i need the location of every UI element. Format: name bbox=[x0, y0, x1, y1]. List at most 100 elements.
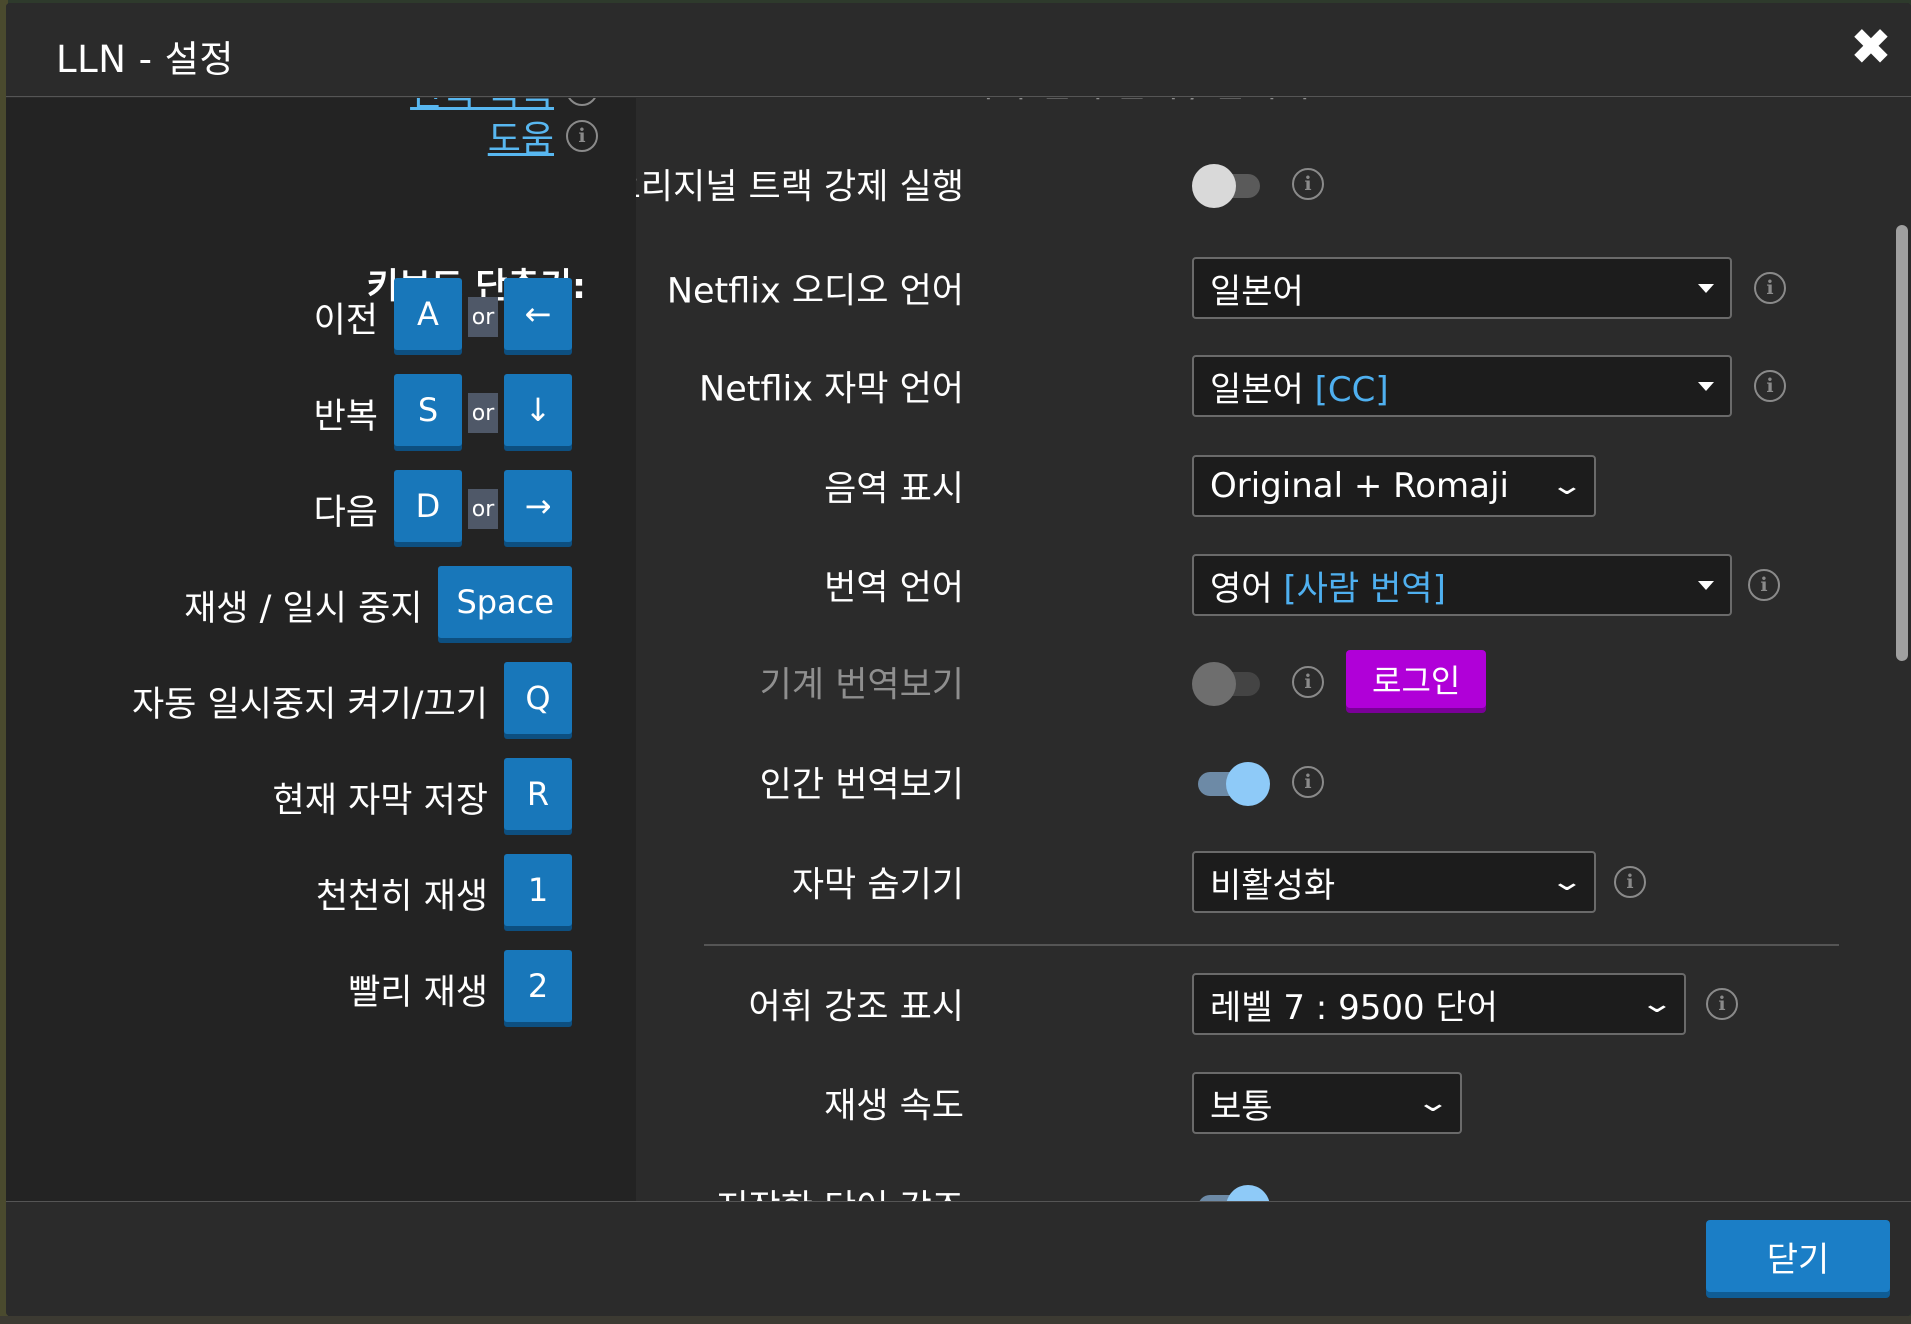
saved-word-highlight-toggle[interactable] bbox=[1192, 1185, 1270, 1201]
cc-tag: [CC] bbox=[1314, 369, 1389, 410]
close-button[interactable]: 닫기 bbox=[1706, 1220, 1890, 1292]
select-value: Original + Romaji bbox=[1210, 466, 1509, 506]
shortcut-row-next: 다음 D or → bbox=[314, 470, 572, 548]
shortcut-row-auto-pause: 자동 일시중지 켜기/끄기 Q bbox=[132, 662, 572, 740]
hide-subtitles-select[interactable]: 비활성화 ⌄ bbox=[1192, 851, 1596, 913]
setting-label: 재생 속도 bbox=[824, 1086, 964, 1127]
setting-label: 오리지널 트랙 강제 실행 bbox=[636, 167, 964, 208]
setting-label: 저장한 단어 강조 bbox=[716, 1180, 964, 1202]
setting-control: i 로그인 bbox=[1192, 650, 1487, 714]
setting-audio-language: Netflix 오디오 언어 일본어 i bbox=[636, 256, 1911, 320]
setting-row-partial-top: 자막 번역 단어 / 단어 수 bbox=[636, 98, 1911, 114]
or-separator: or bbox=[468, 393, 498, 433]
select-value: 일본어 [CC] bbox=[1210, 362, 1389, 411]
shortcut-label: 다음 bbox=[313, 492, 378, 533]
setting-label: 어휘 강조 표시 bbox=[748, 987, 964, 1028]
dialog-titlebar: LLN - 설정 ✖ bbox=[6, 3, 1911, 97]
setting-subtitle-language: Netflix 자막 언어 일본어 [CC] i bbox=[636, 354, 1911, 418]
toggle-knob bbox=[1192, 164, 1236, 208]
settings-dialog: LLN - 설정 ✖ 단축 목록 i 도움 i 키보드 단축키: 이전 A or… bbox=[6, 3, 1911, 1316]
or-separator: or bbox=[468, 489, 498, 529]
toggle-knob bbox=[1192, 662, 1236, 706]
translation-language-select[interactable]: 영어 [사람 번역] bbox=[1192, 554, 1732, 616]
select-value: 레벨 7 : 9500 단어 bbox=[1210, 987, 1498, 1028]
section-divider bbox=[704, 944, 1839, 946]
caret-down-icon bbox=[1698, 283, 1714, 293]
setting-control: 일본어 [CC] i bbox=[1192, 354, 1786, 418]
or-separator: or bbox=[468, 297, 498, 337]
setting-transliteration: 음역 표시 Original + Romaji ⌄ bbox=[636, 454, 1911, 518]
setting-vocab-highlight: 어휘 강조 표시 레벨 7 : 9500 단어 ⌄ i bbox=[636, 972, 1911, 1036]
right-panel: 자막 번역 단어 / 단어 수 오리지널 트랙 강제 실행 i Netflix … bbox=[636, 98, 1911, 1201]
playback-speed-select[interactable]: 보통 ⌄ bbox=[1192, 1072, 1462, 1134]
info-icon[interactable]: i bbox=[566, 98, 598, 106]
scrollbar-thumb[interactable] bbox=[1896, 225, 1908, 661]
subtitle-language-select[interactable]: 일본어 [CC] bbox=[1192, 355, 1732, 417]
setting-label: 인간 번역보기 bbox=[759, 765, 964, 806]
setting-control: 보통 ⌄ bbox=[1192, 1071, 1462, 1135]
info-icon[interactable]: i bbox=[1292, 168, 1324, 200]
dialog-title: LLN - 설정 bbox=[56, 38, 234, 81]
setting-human-translation: 인간 번역보기 i bbox=[636, 750, 1911, 814]
key-arrow-left: ← bbox=[504, 278, 572, 350]
audio-language-select[interactable]: 일본어 bbox=[1192, 257, 1732, 319]
select-value: 비활성화 bbox=[1210, 865, 1336, 906]
setting-control: 일본어 i bbox=[1192, 256, 1786, 320]
transliteration-select[interactable]: Original + Romaji ⌄ bbox=[1192, 455, 1596, 517]
setting-label: 음역 표시 bbox=[824, 469, 964, 510]
shortcut-row-previous: 이전 A or ← bbox=[314, 278, 572, 356]
human-translation-tag: [사람 번역] bbox=[1283, 568, 1446, 609]
info-icon[interactable]: i bbox=[1754, 272, 1786, 304]
key-2: 2 bbox=[504, 950, 572, 1022]
setting-playback-speed: 재생 속도 보통 ⌄ bbox=[636, 1071, 1911, 1135]
info-icon[interactable]: i bbox=[1748, 569, 1780, 601]
link-row-help: 도움 i bbox=[488, 110, 598, 162]
key-arrow-right: → bbox=[504, 470, 572, 542]
caret-down-icon bbox=[1698, 381, 1714, 391]
setting-control: 레벨 7 : 9500 단어 ⌄ i bbox=[1192, 972, 1738, 1036]
shortcut-label: 재생 / 일시 중지 bbox=[184, 588, 423, 629]
setting-control: i bbox=[1192, 152, 1324, 216]
key-d: D bbox=[394, 470, 462, 542]
scrollbar[interactable] bbox=[1893, 98, 1911, 1201]
info-icon[interactable]: i bbox=[1614, 866, 1646, 898]
chevron-down-icon: ⌄ bbox=[1549, 867, 1585, 897]
shortcut-label: 빨리 재생 bbox=[348, 972, 488, 1013]
login-button[interactable]: 로그인 bbox=[1346, 650, 1487, 708]
info-icon[interactable]: i bbox=[1292, 666, 1324, 698]
info-icon[interactable]: i bbox=[566, 120, 598, 152]
caret-down-icon bbox=[1698, 580, 1714, 590]
close-icon[interactable]: ✖ bbox=[1849, 22, 1893, 72]
chevron-down-icon: ⌄ bbox=[1549, 471, 1585, 501]
chevron-down-icon: ⌄ bbox=[1639, 989, 1675, 1019]
shortcut-row-slow-play: 천천히 재생 1 bbox=[316, 854, 572, 932]
key-1: 1 bbox=[504, 854, 572, 926]
key-s: S bbox=[394, 374, 462, 446]
setting-label: 번역 언어 bbox=[824, 568, 964, 609]
shortcut-row-play-pause: 재생 / 일시 중지 Space bbox=[184, 566, 572, 644]
setting-label: 기계 번역보기 bbox=[759, 665, 964, 706]
select-value: 일본어 bbox=[1210, 271, 1304, 312]
shortcut-label: 반복 bbox=[313, 396, 378, 437]
force-original-toggle[interactable] bbox=[1192, 164, 1270, 208]
background-video-edge-bottom bbox=[0, 1316, 1911, 1324]
setting-force-original: 오리지널 트랙 강제 실행 i bbox=[636, 152, 1911, 216]
setting-translation-language: 번역 언어 영어 [사람 번역] i bbox=[636, 553, 1911, 617]
help-link[interactable]: 도움 bbox=[488, 110, 554, 162]
shortcut-row-save-subtitle: 현재 자막 저장 R bbox=[273, 758, 572, 836]
info-icon[interactable]: i bbox=[1292, 766, 1324, 798]
info-icon[interactable]: i bbox=[1706, 988, 1738, 1020]
setting-machine-translation: 기계 번역보기 i 로그인 bbox=[636, 650, 1911, 714]
select-value: 보통 bbox=[1210, 1086, 1273, 1127]
setting-label: Netflix 자막 언어 bbox=[699, 369, 964, 410]
info-icon[interactable]: i bbox=[1754, 370, 1786, 402]
setting-hide-subtitles: 자막 숨기기 비활성화 ⌄ i bbox=[636, 850, 1911, 914]
vocab-highlight-select[interactable]: 레벨 7 : 9500 단어 ⌄ bbox=[1192, 973, 1686, 1035]
shortcut-label: 현재 자막 저장 bbox=[272, 780, 488, 821]
partial-setting-label: 자막 번역 단어 / 단어 수 bbox=[964, 98, 1321, 108]
human-translation-toggle[interactable] bbox=[1192, 762, 1270, 806]
shortcut-label: 자동 일시중지 켜기/끄기 bbox=[131, 684, 488, 725]
select-value-text: 영어 bbox=[1210, 568, 1273, 609]
setting-control bbox=[1192, 1173, 1270, 1201]
shortcut-row-repeat: 반복 S or ↓ bbox=[314, 374, 572, 452]
